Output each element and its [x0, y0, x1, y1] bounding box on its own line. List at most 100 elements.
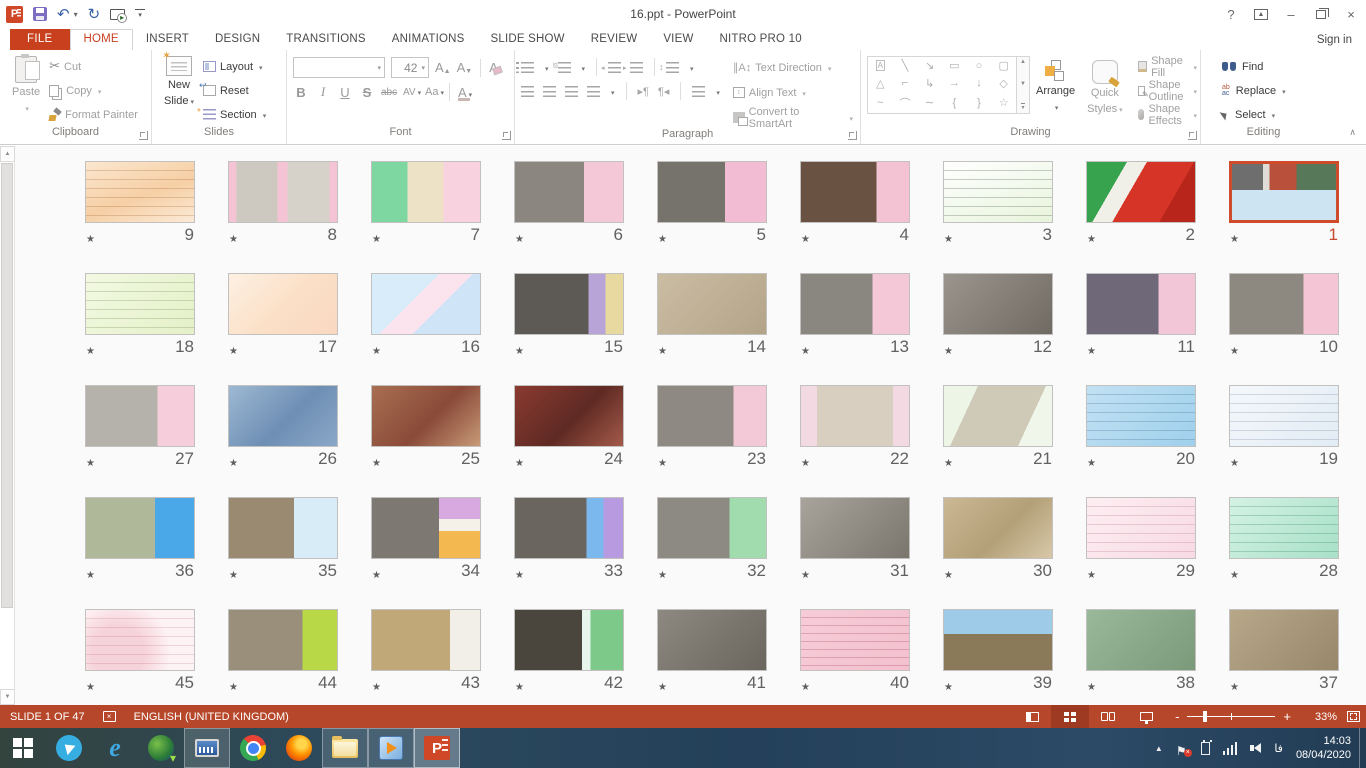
- slide-thumbnail[interactable]: [371, 273, 481, 335]
- transition-star-icon[interactable]: ★: [372, 570, 379, 581]
- shape-icon[interactable]: ╲: [902, 59, 909, 72]
- tab-nitro-pro[interactable]: NITRO PRO 10: [707, 29, 815, 50]
- transition-star-icon[interactable]: ★: [86, 682, 93, 693]
- shape-icon[interactable]: ⌒: [899, 95, 910, 111]
- shape-icon[interactable]: ↳: [925, 77, 934, 90]
- shape-icon[interactable]: ▭: [949, 59, 959, 72]
- transition-star-icon[interactable]: ★: [801, 234, 808, 245]
- transition-star-icon[interactable]: ★: [1087, 570, 1094, 581]
- slide-thumbnail[interactable]: [1229, 385, 1339, 447]
- transition-star-icon[interactable]: ★: [372, 346, 379, 357]
- slide-thumbnail[interactable]: [85, 497, 195, 559]
- shapes-scroll-down-icon[interactable]: ▼: [1020, 81, 1026, 87]
- numbering-icon[interactable]: [558, 62, 571, 73]
- transition-star-icon[interactable]: ★: [801, 458, 808, 469]
- transition-star-icon[interactable]: ★: [372, 234, 379, 245]
- find-button[interactable]: Find: [1219, 56, 1289, 77]
- slide-thumbnail[interactable]: [85, 609, 195, 671]
- slide-thumbnail[interactable]: [514, 385, 624, 447]
- taskbar-internet-explorer[interactable]: e: [92, 728, 138, 768]
- transition-star-icon[interactable]: ★: [515, 570, 522, 581]
- slide-thumbnail[interactable]: [657, 497, 767, 559]
- shape-icon[interactable]: A: [876, 60, 885, 71]
- fit-slide-to-window-icon[interactable]: [1347, 711, 1360, 722]
- transition-star-icon[interactable]: ★: [1087, 458, 1094, 469]
- undo-dropdown-icon[interactable]: ▾: [74, 10, 78, 19]
- section-button[interactable]: Section: [200, 104, 269, 125]
- arrange-button[interactable]: Arrange: [1030, 54, 1081, 126]
- transition-star-icon[interactable]: ★: [1230, 346, 1237, 357]
- slide-thumbnail[interactable]: [800, 497, 910, 559]
- paste-button[interactable]: Paste: [6, 54, 46, 126]
- transition-star-icon[interactable]: ★: [515, 682, 522, 693]
- quick-styles-button[interactable]: Quick Styles: [1081, 54, 1128, 126]
- replace-dropdown-icon[interactable]: [1280, 85, 1286, 97]
- replace-button[interactable]: abac Replace: [1219, 80, 1289, 101]
- transition-star-icon[interactable]: ★: [86, 570, 93, 581]
- slide-thumbnail[interactable]: [514, 161, 624, 223]
- transition-star-icon[interactable]: ★: [229, 682, 236, 693]
- select-button[interactable]: Select: [1219, 104, 1289, 125]
- transition-star-icon[interactable]: ★: [944, 458, 951, 469]
- tab-animations[interactable]: ANIMATIONS: [379, 29, 478, 50]
- tab-design[interactable]: DESIGN: [202, 29, 273, 50]
- transition-star-icon[interactable]: ★: [229, 346, 236, 357]
- shape-icon[interactable]: ∼: [925, 96, 934, 109]
- customize-qat-icon[interactable]: ▾: [135, 9, 145, 19]
- slide-thumbnail[interactable]: [800, 609, 910, 671]
- transition-star-icon[interactable]: ★: [944, 346, 951, 357]
- shape-fill-button[interactable]: Shape Fill: [1135, 56, 1200, 77]
- slide-thumbnail[interactable]: [228, 273, 338, 335]
- line-spacing-icon[interactable]: [666, 62, 679, 73]
- copy-dropdown-icon[interactable]: [96, 85, 102, 97]
- transition-star-icon[interactable]: ★: [86, 458, 93, 469]
- slide-thumbnail[interactable]: [228, 385, 338, 447]
- slide-thumbnail[interactable]: [657, 161, 767, 223]
- sign-in-link[interactable]: Sign in: [1317, 34, 1352, 50]
- zoom-slider-thumb[interactable]: [1203, 711, 1207, 722]
- slide-thumbnail[interactable]: [1086, 497, 1196, 559]
- grow-font-button[interactable]: A▲: [435, 60, 451, 75]
- slide-sorter-view-button[interactable]: [1051, 705, 1089, 728]
- shape-icon[interactable]: △: [876, 77, 884, 90]
- normal-view-button[interactable]: [1013, 705, 1051, 728]
- new-slide-dropdown-icon[interactable]: [188, 95, 194, 107]
- transition-star-icon[interactable]: ★: [372, 682, 379, 693]
- ribbon-display-options-button[interactable]: ▲: [1246, 2, 1276, 26]
- input-language-indicator[interactable]: فا: [1274, 742, 1283, 755]
- restore-button[interactable]: [1306, 2, 1336, 26]
- show-desktop-button[interactable]: [1359, 728, 1366, 768]
- transition-star-icon[interactable]: ★: [86, 234, 93, 245]
- transition-star-icon[interactable]: ★: [801, 346, 808, 357]
- format-painter-button[interactable]: Format Painter: [46, 104, 141, 125]
- taskbar-on-screen-keyboard[interactable]: [184, 728, 230, 768]
- align-text-button[interactable]: ↕ Align Text: [730, 82, 856, 103]
- shapes-more-icon[interactable]: ▾: [1021, 103, 1024, 111]
- shape-effects-button[interactable]: Shape Effects: [1135, 104, 1200, 125]
- copy-button[interactable]: Copy: [46, 80, 141, 101]
- transition-star-icon[interactable]: ★: [658, 682, 665, 693]
- transition-star-icon[interactable]: ★: [372, 458, 379, 469]
- transition-star-icon[interactable]: ★: [515, 346, 522, 357]
- transition-star-icon[interactable]: ★: [515, 458, 522, 469]
- slide-thumbnail[interactable]: [371, 497, 481, 559]
- new-slide-button[interactable]: New Slide: [158, 54, 200, 126]
- slide-thumbnail[interactable]: [1229, 609, 1339, 671]
- powerpoint-logo-icon[interactable]: P: [6, 6, 23, 23]
- transition-star-icon[interactable]: ★: [658, 234, 665, 245]
- zoom-in-icon[interactable]: +: [1283, 710, 1291, 723]
- font-size-combo[interactable]: 42▾: [391, 57, 429, 78]
- justify-dropdown-icon[interactable]: [609, 82, 615, 100]
- scroll-down-icon[interactable]: ▼: [0, 689, 15, 705]
- tab-view[interactable]: VIEW: [650, 29, 706, 50]
- shape-icon[interactable]: ○: [976, 60, 983, 72]
- slide-thumbnail[interactable]: [1086, 273, 1196, 335]
- shape-icon[interactable]: {: [952, 97, 956, 109]
- slide-thumbnail[interactable]: [85, 385, 195, 447]
- right-to-left-icon[interactable]: ¶◂: [658, 85, 669, 98]
- transition-star-icon[interactable]: ★: [1230, 234, 1237, 245]
- cut-button[interactable]: ✂ Cut: [46, 56, 141, 77]
- slide-thumbnail[interactable]: [371, 385, 481, 447]
- strikethrough-button[interactable]: abc: [381, 87, 397, 98]
- close-button[interactable]: ×: [1336, 2, 1366, 26]
